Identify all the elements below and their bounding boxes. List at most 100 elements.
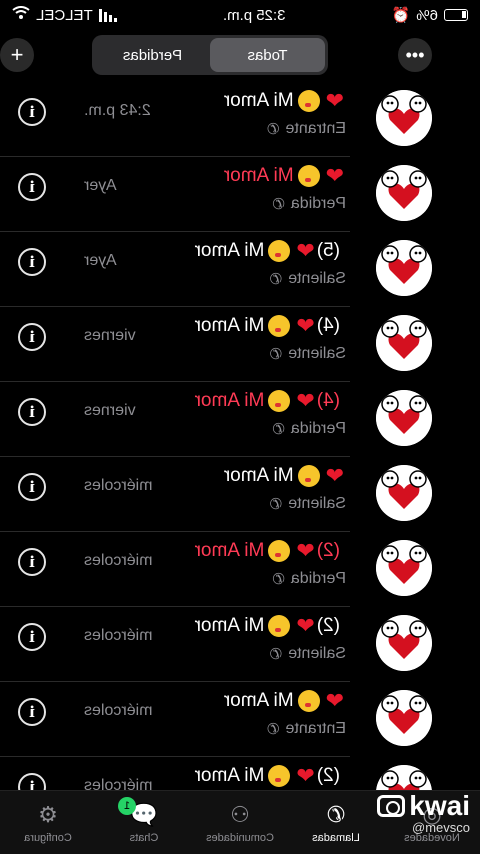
kiss-emoji-icon: [268, 540, 291, 562]
call-time: Ayer: [84, 252, 117, 269]
call-row[interactable]: ❤ Mi Amor Entrante ✆ 2:43 p.m. i: [0, 82, 480, 157]
info-icon[interactable]: i: [18, 473, 46, 501]
heart-icon: ❤: [296, 313, 315, 338]
kiss-emoji-icon: [268, 615, 291, 637]
call-row[interactable]: (5) ❤ Mi Amor Saliente ✆ Ayer i: [0, 232, 480, 307]
call-time: miércoles: [84, 477, 153, 494]
contact-avatar[interactable]: [376, 690, 432, 746]
call-row[interactable]: ❤ Mi Amor Saliente ✆ miércoles i: [0, 457, 480, 532]
kiss-emoji-icon: [297, 465, 320, 487]
unread-badge: 1: [118, 797, 136, 815]
status-right: TELCEL: [12, 6, 117, 24]
call-row[interactable]: (4) ❤ Mi Amor Saliente ✆ viernes i: [0, 307, 480, 382]
status-bar: 6% ⏰ 3:25 p.m. TELCEL: [0, 0, 480, 30]
call-time: miércoles: [84, 627, 153, 644]
phone-icon: ✆: [326, 801, 346, 827]
call-row[interactable]: ❤ Mi Amor Perdida ✆ Ayer i: [0, 157, 480, 232]
plus-icon: +: [10, 42, 24, 67]
heart-icon: ❤: [296, 538, 315, 563]
contact-name: Mi Amor: [223, 90, 294, 111]
info-icon[interactable]: i: [18, 698, 46, 726]
contact-name: Mi Amor: [194, 315, 265, 336]
call-type: Saliente ✆: [270, 343, 346, 365]
call-count: (4): [316, 390, 340, 411]
call-type: Saliente ✆: [270, 268, 346, 290]
call-row[interactable]: (4) ❤ Mi Amor Perdida ✆ viernes i: [0, 382, 480, 457]
call-row[interactable]: ❤ Mi Amor Entrante ✆ miércoles i: [0, 682, 480, 757]
tab-todas[interactable]: Todas: [210, 38, 325, 72]
contact-name: Mi Amor: [223, 165, 294, 186]
call-time: miércoles: [84, 702, 153, 719]
wifi-icon: [12, 6, 30, 24]
call-direction-icon: ✆: [266, 721, 280, 738]
watermark-brand: kwai: [377, 790, 470, 822]
info-icon[interactable]: i: [18, 623, 46, 651]
kwai-watermark: kwai @mevsco: [377, 790, 470, 835]
call-count: (4): [316, 315, 340, 336]
contact-avatar[interactable]: [376, 315, 432, 371]
contact-avatar[interactable]: [376, 165, 432, 221]
call-type: Saliente ✆: [270, 493, 346, 515]
filter-segmented-control: Todas Perdidas: [92, 35, 328, 75]
call-row[interactable]: (2) ❤ Mi Amor Saliente ✆ miércoles i: [0, 607, 480, 682]
contact-name-line: (5) ❤ Mi Amor: [195, 238, 346, 264]
call-count: (5): [316, 240, 340, 261]
kiss-emoji-icon: [297, 165, 320, 187]
call-type: Entrante ✆: [267, 718, 346, 740]
heart-icon: ❤: [325, 163, 344, 188]
tab-llamadas[interactable]: ✆ Llamadas: [288, 791, 384, 854]
contact-avatar[interactable]: [376, 390, 432, 446]
call-direction-icon: ✆: [269, 271, 283, 288]
info-icon[interactable]: i: [18, 173, 46, 201]
mirrored-screen: 6% ⏰ 3:25 p.m. TELCEL ••• Todas Perdidas…: [0, 0, 480, 854]
camera-icon: [377, 795, 406, 817]
call-type: Perdida ✆: [272, 418, 346, 440]
info-icon[interactable]: i: [18, 248, 46, 276]
info-icon[interactable]: i: [18, 398, 46, 426]
call-time: viernes: [84, 402, 136, 419]
status-left: 6% ⏰: [392, 6, 468, 24]
tab-configuracion[interactable]: ⚙ Configura: [0, 791, 96, 854]
tab-perdidas[interactable]: Perdidas: [95, 38, 210, 72]
tab-comunidades[interactable]: ⚇ Comunidades: [192, 791, 288, 854]
contact-name-line: (4) ❤ Mi Amor: [195, 313, 346, 339]
call-count: (2): [316, 765, 340, 786]
contact-avatar[interactable]: [376, 90, 432, 146]
signal-icon: [98, 8, 117, 22]
info-icon[interactable]: i: [18, 548, 46, 576]
call-direction-icon: ✆: [269, 346, 283, 363]
contact-avatar[interactable]: [376, 240, 432, 296]
call-row[interactable]: (2) ❤ Mi Amor Perdida ✆ miércoles i: [0, 532, 480, 607]
contact-name-line: (2) ❤ Mi Amor: [195, 538, 346, 564]
call-type-label: Saliente: [288, 645, 346, 662]
contact-avatar[interactable]: [376, 465, 432, 521]
watermark-handle: @mevsco: [412, 820, 470, 835]
heart-icon: ❤: [296, 238, 315, 263]
contact-name-line: ❤ Mi Amor: [224, 463, 346, 489]
call-direction-icon: ✆: [269, 496, 283, 513]
tab-label: Configura: [24, 831, 72, 844]
call-direction-icon: ✆: [272, 196, 285, 213]
contact-avatar[interactable]: [376, 540, 432, 596]
contact-name: Mi Amor: [194, 615, 265, 636]
call-list: ❤ Mi Amor Entrante ✆ 2:43 p.m. i ❤ Mi Am…: [0, 82, 480, 832]
call-time: miércoles: [84, 552, 153, 569]
info-icon[interactable]: i: [18, 98, 46, 126]
kiss-emoji-icon: [297, 90, 320, 112]
call-direction-icon: ✆: [269, 646, 283, 663]
tab-chats[interactable]: 💬 1 Chats: [96, 791, 192, 854]
call-time: viernes: [84, 327, 136, 344]
call-time: Ayer: [84, 177, 117, 194]
kiss-emoji-icon: [268, 765, 291, 787]
battery-level: 6%: [416, 6, 438, 24]
more-button[interactable]: •••: [398, 38, 432, 72]
call-type: Saliente ✆: [270, 643, 346, 665]
contact-name-line: ❤ Mi Amor: [224, 88, 346, 114]
info-icon[interactable]: i: [18, 323, 46, 351]
contact-avatar[interactable]: [376, 615, 432, 671]
contact-name: Mi Amor: [194, 240, 265, 261]
clock: 3:25 p.m.: [222, 6, 286, 24]
heart-icon: ❤: [325, 88, 344, 113]
new-call-button[interactable]: +: [0, 38, 34, 72]
call-type-label: Saliente: [288, 270, 346, 287]
